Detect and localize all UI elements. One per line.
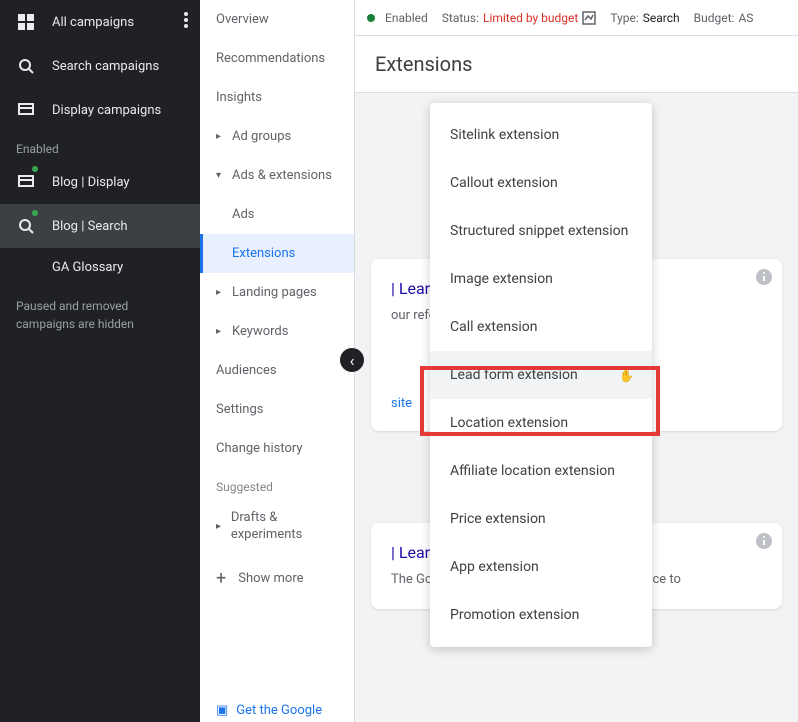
- dropdown-item-structured-snippet[interactable]: Structured snippet extension: [430, 207, 652, 255]
- dropdown-item-lead-form[interactable]: Lead form extension ✋: [430, 351, 652, 399]
- more-icon[interactable]: [184, 12, 188, 28]
- dropdown-item-callout[interactable]: Callout extension: [430, 159, 652, 207]
- nav-keywords[interactable]: ▸Keywords: [200, 312, 354, 351]
- nav-settings[interactable]: Settings: [200, 390, 354, 429]
- sidebar-item-display-campaigns[interactable]: Display campaigns: [0, 88, 200, 132]
- dropdown-item-call[interactable]: Call extension: [430, 303, 652, 351]
- nav-change-history[interactable]: Change history: [200, 429, 354, 468]
- sidebar-item-search-campaigns[interactable]: Search campaigns: [0, 44, 200, 88]
- dropdown-item-price[interactable]: Price extension: [430, 495, 652, 543]
- campaign-status-bar: Enabled Status: Limited by budget Type: …: [355, 0, 798, 36]
- sidebar-item-blog-display[interactable]: Blog | Display: [0, 160, 200, 204]
- sidebar-item-blog-search[interactable]: Blog | Search: [0, 204, 200, 248]
- status-budget[interactable]: Status: Limited by budget: [442, 11, 597, 25]
- nav-ad-groups[interactable]: ▸Ad groups: [200, 117, 354, 156]
- collapse-sidebar-button[interactable]: ‹: [340, 348, 364, 372]
- dropdown-item-sitelink[interactable]: Sitelink extension: [430, 111, 652, 159]
- status-dot-icon: [367, 14, 375, 22]
- status-type: Type: Search: [610, 11, 679, 25]
- status-budget-amount: Budget: AS: [694, 11, 754, 25]
- hidden-campaigns-note: Paused and removed campaigns are hidden: [0, 287, 200, 343]
- plus-icon: +: [216, 568, 226, 589]
- caret-right-icon: ▸: [216, 326, 226, 337]
- info-icon[interactable]: [756, 533, 772, 549]
- status-dot-icon: [32, 166, 38, 172]
- nav-extensions[interactable]: Extensions: [200, 234, 354, 273]
- grid-icon: [16, 12, 36, 32]
- caret-right-icon: ▸: [216, 521, 225, 532]
- page-title: Extensions: [355, 36, 798, 93]
- campaign-sidebar: All campaigns Search campaigns Display c…: [0, 0, 200, 722]
- cursor-icon: ✋: [619, 369, 634, 383]
- sidebar-item-all-campaigns[interactable]: All campaigns: [0, 0, 200, 44]
- extension-type-dropdown: Sitelink extension Callout extension Str…: [430, 103, 652, 647]
- status-dot-icon: [32, 210, 38, 216]
- nav-recommendations[interactable]: Recommendations: [200, 39, 354, 78]
- dropdown-item-affiliate-location[interactable]: Affiliate location extension: [430, 447, 652, 495]
- nav-landing-pages[interactable]: ▸Landing pages: [200, 273, 354, 312]
- sidebar-label: Search campaigns: [52, 59, 159, 74]
- dropdown-item-image[interactable]: Image extension: [430, 255, 652, 303]
- suggested-section-label: Suggested: [200, 468, 354, 498]
- status-enabled: Enabled: [367, 11, 428, 25]
- display-icon: [16, 172, 36, 192]
- sidebar-label: GA Glossary: [52, 260, 123, 275]
- nav-drafts-experiments[interactable]: ▸Drafts & experiments: [200, 498, 354, 556]
- nav-ads[interactable]: Ads: [200, 195, 354, 234]
- page-nav-sidebar: Overview Recommendations Insights ▸Ad gr…: [200, 0, 355, 722]
- search-icon: [16, 56, 36, 76]
- nav-audiences[interactable]: Audiences: [200, 351, 354, 390]
- sidebar-item-ga-glossary[interactable]: GA Glossary: [0, 248, 200, 287]
- nav-show-more[interactable]: + Show more: [200, 556, 354, 601]
- dropdown-item-promotion[interactable]: Promotion extension: [430, 591, 652, 639]
- caret-right-icon: ▸: [216, 131, 226, 142]
- app-icon: ▣: [216, 703, 228, 718]
- nav-ads-extensions[interactable]: ▾Ads & extensions: [200, 156, 354, 195]
- sidebar-label: Display campaigns: [52, 103, 161, 118]
- dropdown-item-app[interactable]: App extension: [430, 543, 652, 591]
- caret-right-icon: ▸: [216, 287, 226, 298]
- get-google-link[interactable]: ▣ Get the Google: [216, 703, 322, 718]
- ad-site-link[interactable]: site: [391, 396, 412, 411]
- sidebar-label: All campaigns: [52, 15, 134, 30]
- chart-icon: [582, 11, 596, 25]
- nav-overview[interactable]: Overview: [200, 0, 354, 39]
- dropdown-item-location[interactable]: Location extension: [430, 399, 652, 447]
- enabled-section-label: Enabled: [0, 132, 200, 160]
- search-icon: [16, 216, 36, 236]
- caret-down-icon: ▾: [216, 170, 226, 181]
- nav-insights[interactable]: Insights: [200, 78, 354, 117]
- info-icon[interactable]: [756, 269, 772, 285]
- sidebar-label: Blog | Display: [52, 175, 130, 190]
- display-icon: [16, 100, 36, 120]
- chevron-left-icon: ‹: [350, 351, 355, 370]
- sidebar-label: Blog | Search: [52, 219, 128, 234]
